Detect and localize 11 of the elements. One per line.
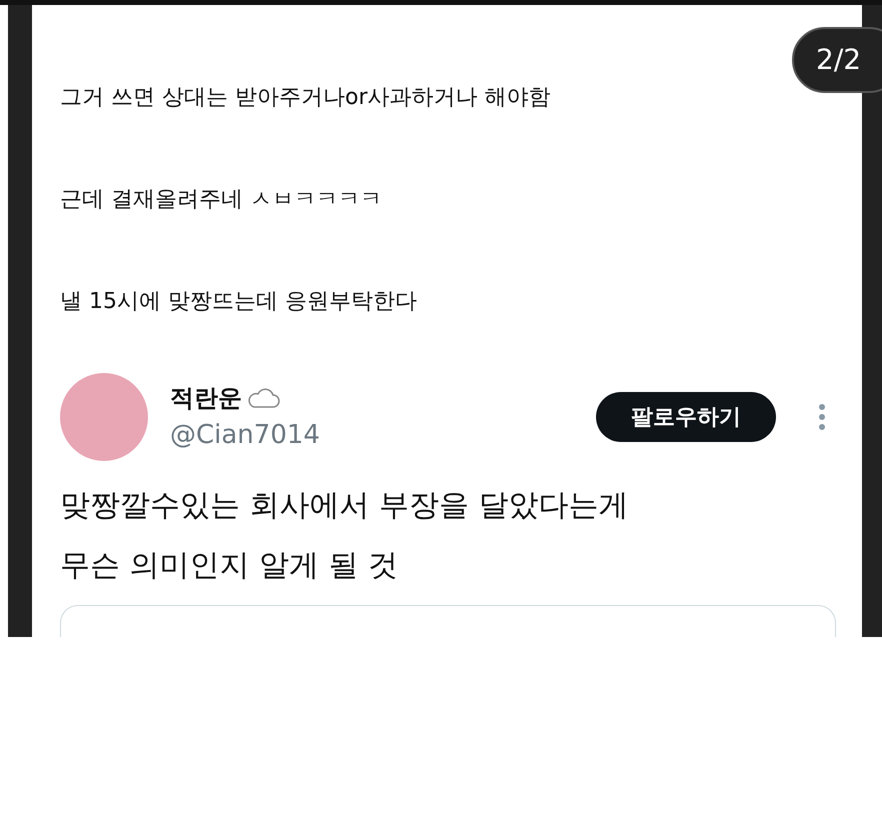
post-text: 낼 15시에 맞짱뜨는데 응원부탁한다 bbox=[60, 289, 418, 315]
post-text: 그거 쓰면 상대는 받아주거나or사과하거나 해야함 bbox=[60, 85, 552, 111]
post-text: 근데 결재올려주네 ㅅㅂㅋㅋㅋㅋ bbox=[60, 187, 383, 213]
page-indicator: 2/2 bbox=[792, 27, 882, 93]
user-handle: @Cian7014 bbox=[170, 418, 321, 452]
more-options-icon[interactable] bbox=[818, 403, 826, 431]
cloud-icon bbox=[246, 386, 280, 408]
tweet-text: 무슨 의미인지 알게 될 것 bbox=[60, 547, 400, 585]
follow-button[interactable]: 팔로우하기 bbox=[596, 392, 776, 442]
display-name: 적란운 bbox=[170, 382, 242, 414]
tweet-text: 맞짱깔수있는 회사에서 부장을 달았다는게 bbox=[60, 487, 630, 525]
